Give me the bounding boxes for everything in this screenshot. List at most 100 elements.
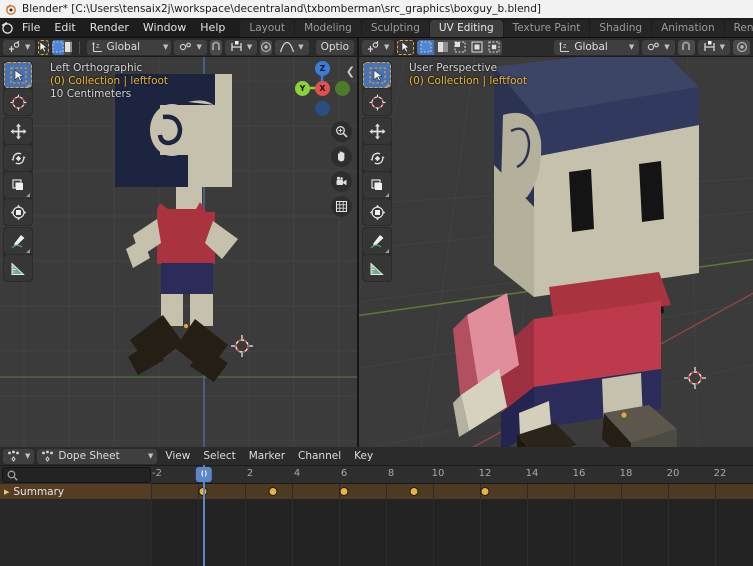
tool-transform[interactable] bbox=[4, 199, 32, 225]
tab-modeling[interactable]: Modeling bbox=[295, 20, 361, 37]
tab-texture-paint[interactable]: Texture Paint bbox=[503, 20, 590, 37]
uv-transform-orientation-dropdown[interactable]: Z Global ▼ bbox=[86, 39, 172, 55]
tool-measure[interactable] bbox=[4, 255, 32, 281]
editor-type-dropdown[interactable]: ▼ bbox=[3, 448, 35, 464]
select-mode-extend-icon[interactable] bbox=[434, 39, 452, 55]
tab-uv-editing[interactable]: UV Editing bbox=[429, 20, 503, 37]
uv-pivot-dropdown[interactable]: ▼ bbox=[174, 39, 207, 55]
uv-sidebar-toggle[interactable]: ❮ bbox=[346, 65, 355, 78]
ruler-tick: 16 bbox=[572, 468, 586, 479]
uv-viewport-overlay: Left Orthographic (0) Collection | leftf… bbox=[50, 62, 168, 101]
menu-help[interactable]: Help bbox=[193, 18, 232, 38]
tool-annotate[interactable] bbox=[4, 228, 32, 254]
uv-proportional-edit-button[interactable] bbox=[260, 39, 273, 55]
gizmo-axis-z[interactable]: Z bbox=[315, 61, 330, 76]
uv-falloff-dropdown[interactable]: ▼ bbox=[275, 39, 309, 55]
uv-snap-target-dropdown[interactable]: ▼ bbox=[224, 39, 258, 55]
dope-menu-channel[interactable]: Channel bbox=[293, 449, 346, 464]
uv-options-dropdown[interactable]: Optio bbox=[315, 39, 354, 55]
view3d-viewport[interactable]: User Perspective (0) Collection | leftfo… bbox=[359, 57, 753, 447]
select-mode-intersect-icon[interactable] bbox=[485, 39, 503, 55]
view3d-cursor-select-button[interactable] bbox=[397, 39, 415, 55]
uv-toolbar-group-1 bbox=[3, 61, 33, 116]
keyframe[interactable] bbox=[268, 487, 278, 496]
uv-navigation-gizmo[interactable]: Z Y X bbox=[294, 60, 350, 116]
tool-cursor[interactable] bbox=[363, 89, 391, 115]
uv-snap-mode-button[interactable]: ▼ bbox=[3, 39, 36, 55]
tab-animation[interactable]: Animation bbox=[652, 20, 724, 37]
dope-keyframe-area[interactable] bbox=[151, 484, 753, 566]
summary-keyframe-row[interactable] bbox=[151, 484, 753, 499]
tab-layout[interactable]: Layout bbox=[240, 20, 295, 37]
tool-annotate[interactable] bbox=[363, 228, 391, 254]
dope-menu-view[interactable]: View bbox=[160, 449, 195, 464]
uv-select-mode-group bbox=[52, 39, 73, 55]
chevron-right-icon[interactable]: ▶ bbox=[4, 488, 9, 496]
tool-move[interactable] bbox=[363, 118, 391, 144]
menu-file[interactable]: File bbox=[15, 18, 47, 38]
tab-shading[interactable]: Shading bbox=[590, 20, 652, 37]
view3d-transform-orientation-dropdown[interactable]: Z Global ▼ bbox=[554, 39, 640, 55]
tool-rotate[interactable] bbox=[4, 145, 32, 171]
select-mode-subtract-icon[interactable] bbox=[451, 39, 469, 55]
svg-text:Z: Z bbox=[563, 44, 567, 50]
view3d-toolbar-group-1 bbox=[362, 61, 392, 116]
tool-cursor[interactable] bbox=[4, 89, 32, 115]
editor-splitter[interactable] bbox=[357, 38, 359, 447]
select-mode-vertex-icon[interactable] bbox=[52, 39, 65, 55]
select-mode-new-icon[interactable] bbox=[417, 39, 435, 55]
zoom-icon[interactable] bbox=[331, 121, 352, 142]
view3d-pivot-dropdown[interactable]: ▼ bbox=[642, 39, 675, 55]
gizmo-axis-neg-z[interactable] bbox=[315, 101, 330, 116]
dope-mode-dropdown[interactable]: Dope Sheet ▼ bbox=[37, 448, 158, 464]
view3d-select-mode-group bbox=[417, 39, 503, 55]
select-mode-invert-icon[interactable] bbox=[468, 39, 486, 55]
dope-menu-select[interactable]: Select bbox=[198, 449, 240, 464]
uv-toolbar-group-2 bbox=[3, 117, 33, 226]
view3d-snap-mode-button[interactable]: ▼ bbox=[362, 39, 395, 55]
view3d-snap-magnet-button[interactable] bbox=[677, 39, 695, 55]
dope-menu-marker[interactable]: Marker bbox=[244, 449, 290, 464]
menu-window[interactable]: Window bbox=[136, 18, 193, 38]
tool-rotate[interactable] bbox=[363, 145, 391, 171]
uv-snap-magnet-button[interactable] bbox=[209, 39, 222, 55]
dope-search-input[interactable] bbox=[2, 467, 151, 483]
tab-rendering[interactable]: Rendering bbox=[724, 20, 753, 37]
tab-sculpting[interactable]: Sculpting bbox=[361, 20, 429, 37]
select-mode-edge-icon[interactable] bbox=[64, 39, 73, 55]
tool-move[interactable] bbox=[4, 118, 32, 144]
tool-scale[interactable] bbox=[363, 172, 391, 198]
timeline-ruler[interactable]: -2 2 4 6 8 10 12 14 16 18 20 22 0 bbox=[151, 466, 753, 484]
gizmo-axis-y[interactable]: Y bbox=[295, 81, 310, 96]
view3d-proportional-edit-button[interactable] bbox=[733, 39, 750, 55]
tool-transform[interactable] bbox=[363, 199, 391, 225]
tool-measure[interactable] bbox=[363, 255, 391, 281]
view3d-viewport-overlay: User Perspective (0) Collection | leftfo… bbox=[409, 62, 527, 88]
tool-tweak-select-box[interactable] bbox=[363, 62, 391, 88]
keyframe[interactable] bbox=[480, 487, 490, 496]
blender-menu-button[interactable] bbox=[0, 18, 15, 37]
pan-hand-icon[interactable] bbox=[331, 146, 352, 167]
tool-tweak-select-box[interactable] bbox=[4, 62, 32, 88]
menu-edit[interactable]: Edit bbox=[47, 18, 82, 38]
dope-menu-key[interactable]: Key bbox=[349, 449, 378, 464]
uv-viewport[interactable]: Left Orthographic (0) Collection | leftf… bbox=[0, 57, 357, 447]
tool-scale[interactable] bbox=[4, 172, 32, 198]
keyframe[interactable] bbox=[339, 487, 349, 496]
view3d-snap-target-dropdown[interactable]: ▼ bbox=[697, 39, 730, 55]
channel-summary[interactable]: ▶ Summary bbox=[0, 484, 151, 499]
camera-icon[interactable] bbox=[331, 171, 352, 192]
view3d-toolbar-group-3 bbox=[362, 227, 392, 282]
keyframe[interactable] bbox=[409, 487, 419, 496]
uv-cursor-select-button[interactable] bbox=[38, 39, 50, 55]
menu-render[interactable]: Render bbox=[83, 18, 136, 38]
gizmo-axis-neg-y[interactable] bbox=[335, 81, 350, 96]
ruler-tick: 18 bbox=[619, 468, 633, 479]
uv-toolbar-group-3 bbox=[3, 227, 33, 282]
window-title-text: Blender* [C:\Users\tensaix2j\workspace\d… bbox=[22, 3, 541, 15]
toggle-ortho-grid-icon[interactable] bbox=[331, 196, 352, 217]
ruler-tick: 6 bbox=[340, 468, 348, 479]
timeline-playhead[interactable] bbox=[203, 465, 205, 566]
gizmo-axis-x[interactable]: X bbox=[315, 81, 330, 96]
view3d-cursor bbox=[684, 367, 706, 389]
